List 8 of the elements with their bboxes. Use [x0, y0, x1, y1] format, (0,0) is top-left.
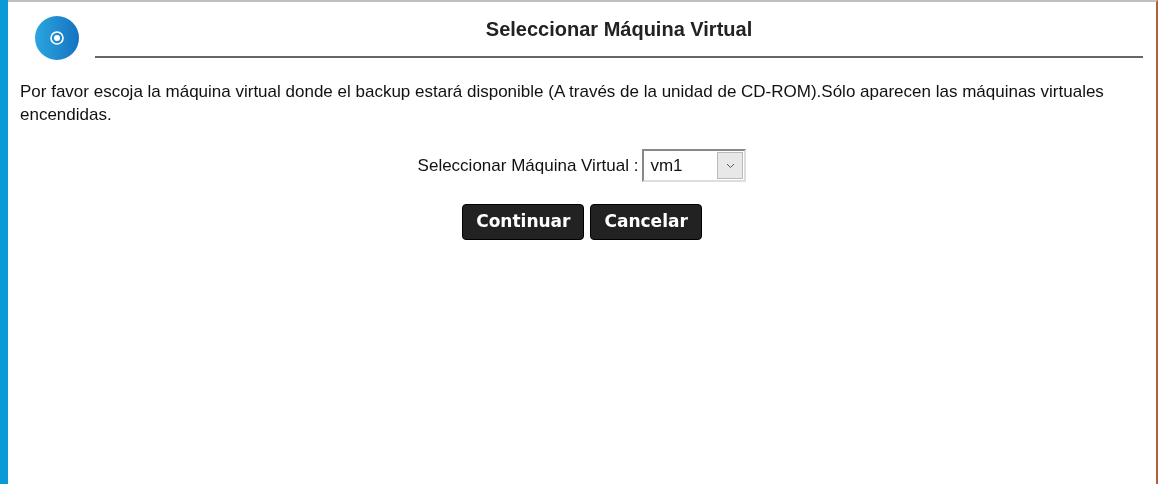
dialog-button[interactable]: Continuar — [462, 204, 585, 240]
vm-select[interactable]: vm1 — [642, 149, 747, 182]
dialog-title: Seleccionar Máquina Virtual — [485, 18, 753, 40]
dialog-button[interactable]: Cancelar — [590, 204, 702, 240]
description-text: Por favor escoja la máquina virtual donde el backup estará disponible (A través de la unidad de CD-ROM).Sólo aparecen las máquinas virtuales encendidas. — [20, 81, 1105, 126]
select-label: Seleccionar Máquina Virtual : — [417, 154, 639, 177]
disc-icon — [35, 16, 79, 60]
chevron-down-icon — [725, 162, 735, 169]
